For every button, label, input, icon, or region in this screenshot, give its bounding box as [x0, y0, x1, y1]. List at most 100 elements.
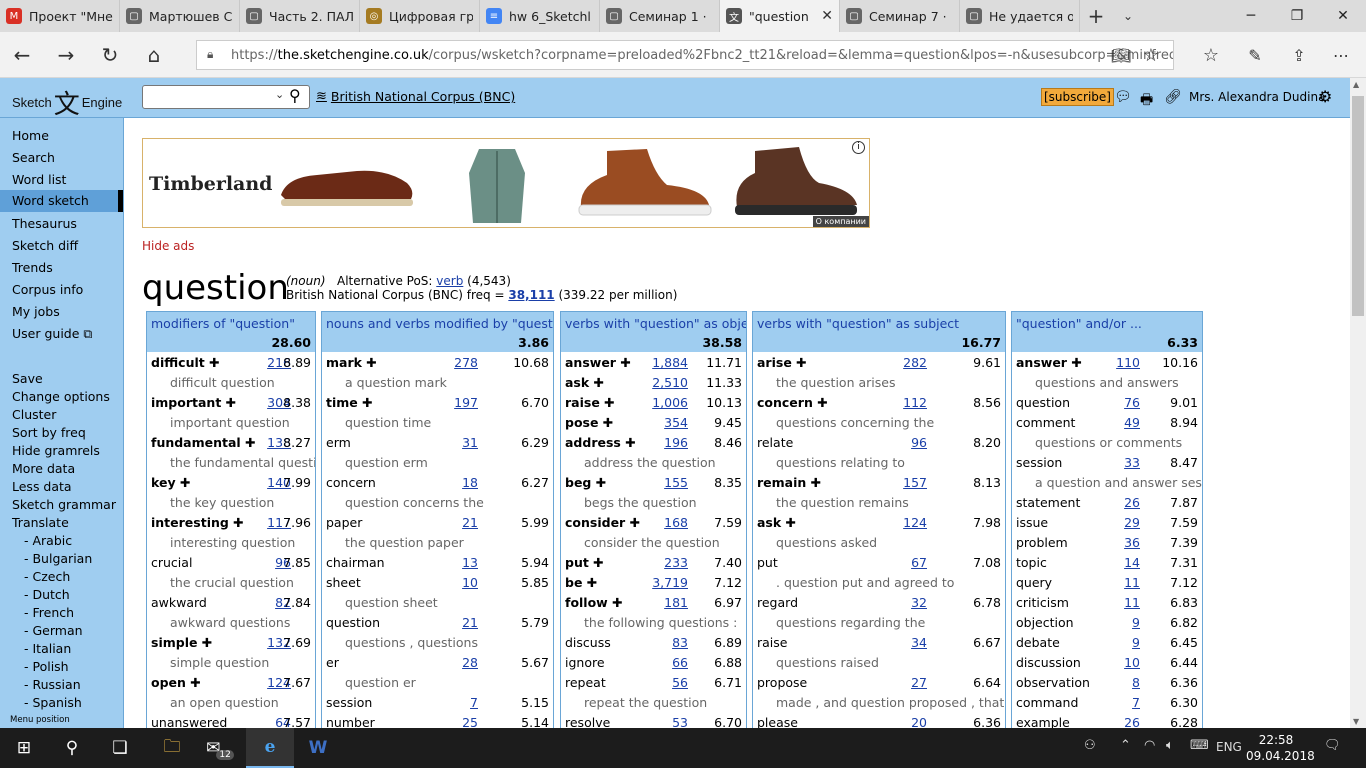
- sidebar-language-item[interactable]: - Bulgarian: [24, 551, 92, 566]
- collocate-word[interactable]: propose: [757, 675, 807, 690]
- collocation-example[interactable]: question sheet: [322, 592, 553, 612]
- user-name[interactable]: Mrs. Alexandra Dudina: [1189, 90, 1325, 104]
- sidebar-action-cluster[interactable]: Cluster: [12, 407, 56, 422]
- sidebar-item-trends[interactable]: Trends: [12, 260, 53, 275]
- wifi-icon[interactable]: ◠: [1144, 738, 1155, 753]
- hide-ads-link[interactable]: Hide ads: [142, 239, 194, 253]
- sidebar-language-item[interactable]: - Polish: [24, 659, 69, 674]
- sidebar-action-sketch-grammar[interactable]: Sketch grammar: [12, 497, 116, 512]
- collocate-word[interactable]: ignore: [565, 655, 605, 670]
- collocate-frequency-link[interactable]: 1,006: [652, 395, 688, 410]
- collocate-word[interactable]: be ✚: [565, 575, 597, 590]
- close-window-button[interactable]: ✕: [1320, 0, 1366, 32]
- browser-tab[interactable]: ▢ Часть 2. ПАЛ: [240, 0, 360, 32]
- collocate-frequency-link[interactable]: 11: [1124, 575, 1140, 590]
- collocation-example[interactable]: the crucial question: [147, 572, 315, 592]
- collocate-word[interactable]: question: [1016, 395, 1070, 410]
- scroll-thumb[interactable]: [1352, 96, 1364, 316]
- collocate-word[interactable]: open ✚: [151, 675, 201, 690]
- collocate-frequency-link[interactable]: 21: [462, 515, 478, 530]
- collocate-frequency-link[interactable]: 8: [1132, 675, 1140, 690]
- collocation-example[interactable]: questions raised: [753, 652, 1005, 672]
- collocation-example[interactable]: questions and answers: [1012, 372, 1202, 392]
- collocate-frequency-link[interactable]: 76: [1124, 395, 1140, 410]
- browser-tab[interactable]: ▢ Не удается о: [960, 0, 1080, 32]
- collocate-word[interactable]: arise ✚: [757, 355, 807, 370]
- collocation-example[interactable]: a question and answer session: [1012, 472, 1202, 492]
- collocate-word[interactable]: debate: [1016, 635, 1060, 650]
- collocate-word[interactable]: raise: [757, 635, 787, 650]
- favorite-star-icon[interactable]: ☆: [1136, 40, 1166, 70]
- notifications-icon[interactable]: 🗨︎: [1324, 738, 1341, 753]
- collocation-example[interactable]: difficult question: [147, 372, 315, 392]
- sidebar-item-my-jobs[interactable]: My jobs: [12, 304, 60, 319]
- collocation-example[interactable]: awkward questions: [147, 612, 315, 632]
- sidebar-language-item[interactable]: - Italian: [24, 641, 71, 656]
- collocate-word[interactable]: raise ✚: [565, 395, 615, 410]
- collocate-word[interactable]: crucial: [151, 555, 192, 570]
- clock[interactable]: 22:58 09.04.2018: [1246, 732, 1315, 764]
- collocate-word[interactable]: interesting ✚: [151, 515, 244, 530]
- collocate-frequency-link[interactable]: 49: [1124, 415, 1140, 430]
- sketch-engine-logo[interactable]: Sketch 文 Engine: [12, 84, 122, 121]
- collocate-word[interactable]: put ✚: [565, 555, 604, 570]
- people-icon[interactable]: ⚇: [1084, 738, 1096, 753]
- collocate-frequency-link[interactable]: 13: [462, 555, 478, 570]
- link-icon[interactable]: 🔗︎: [1164, 89, 1182, 105]
- sidebar-action-translate[interactable]: Translate: [12, 515, 69, 530]
- collocate-frequency-link[interactable]: 14: [1124, 555, 1140, 570]
- edge-browser-icon[interactable]: e: [246, 728, 294, 768]
- gramrel-title-link[interactable]: modifiers of "question": [151, 316, 295, 331]
- word-icon[interactable]: W: [294, 728, 342, 768]
- collocation-example[interactable]: interesting question: [147, 532, 315, 552]
- collocate-word[interactable]: fundamental ✚: [151, 435, 256, 450]
- mail-icon[interactable]: ✉ 12: [196, 728, 244, 768]
- ad-banner[interactable]: Timberland i О компании: [142, 138, 870, 228]
- new-tab-button[interactable]: +: [1080, 0, 1112, 32]
- collocate-word[interactable]: topic: [1016, 555, 1047, 570]
- collocate-word[interactable]: session: [1016, 455, 1062, 470]
- collocate-frequency-link[interactable]: 9: [1132, 635, 1140, 650]
- collocate-word[interactable]: erm: [326, 435, 351, 450]
- collocation-example[interactable]: repeat the question: [561, 692, 746, 712]
- collocate-word[interactable]: problem: [1016, 535, 1068, 550]
- collocate-frequency-link[interactable]: 18: [462, 475, 478, 490]
- collocate-frequency-link[interactable]: 124: [903, 515, 927, 530]
- collocate-word[interactable]: statement: [1016, 495, 1080, 510]
- collocate-frequency-link[interactable]: 168: [664, 515, 688, 530]
- collocation-example[interactable]: questions or comments: [1012, 432, 1202, 452]
- notes-icon[interactable]: ✎: [1240, 40, 1270, 70]
- collocate-frequency-link[interactable]: 7: [1132, 695, 1140, 710]
- collocate-frequency-link[interactable]: 33: [1124, 455, 1140, 470]
- share-icon[interactable]: ⇪: [1284, 40, 1314, 70]
- collocate-frequency-link[interactable]: 9: [1132, 615, 1140, 630]
- page-scrollbar[interactable]: ▲ ▼: [1350, 78, 1366, 728]
- collocate-frequency-link[interactable]: 110: [1116, 355, 1140, 370]
- subscribe-button[interactable]: [subscribe]: [1041, 88, 1114, 106]
- sidebar-item-search[interactable]: Search: [12, 150, 55, 165]
- collocate-word[interactable]: ask ✚: [565, 375, 604, 390]
- browser-tab[interactable]: ≡ hw 6_Sketchl: [480, 0, 600, 32]
- collocation-example[interactable]: questions concerning the: [753, 412, 1005, 432]
- collocate-frequency-link[interactable]: 56: [672, 675, 688, 690]
- collocate-frequency-link[interactable]: 28: [462, 655, 478, 670]
- collocate-frequency-link[interactable]: 96: [911, 435, 927, 450]
- collocate-frequency-link[interactable]: 36: [1124, 535, 1140, 550]
- collocate-word[interactable]: observation: [1016, 675, 1090, 690]
- collocate-frequency-link[interactable]: 197: [454, 395, 478, 410]
- collocation-example[interactable]: address the question: [561, 452, 746, 472]
- collocation-example[interactable]: the question paper: [322, 532, 553, 552]
- browser-tab[interactable]: 文 "question ✕: [720, 0, 840, 32]
- reading-view-icon[interactable]: 📖︎: [1106, 40, 1136, 70]
- collocate-word[interactable]: session: [326, 695, 372, 710]
- collocate-frequency-link[interactable]: 10: [1124, 655, 1140, 670]
- collocate-word[interactable]: query: [1016, 575, 1052, 590]
- sidebar-action-more-data[interactable]: More data: [12, 461, 75, 476]
- collocate-word[interactable]: awkward: [151, 595, 207, 610]
- collocate-word[interactable]: difficult ✚: [151, 355, 220, 370]
- collocate-word[interactable]: simple ✚: [151, 635, 212, 650]
- collocate-frequency-link[interactable]: 34: [911, 635, 927, 650]
- collocation-example[interactable]: questions asked: [753, 532, 1005, 552]
- collocate-frequency-link[interactable]: 181: [664, 595, 688, 610]
- chevron-up-icon[interactable]: ⌃: [1120, 738, 1131, 753]
